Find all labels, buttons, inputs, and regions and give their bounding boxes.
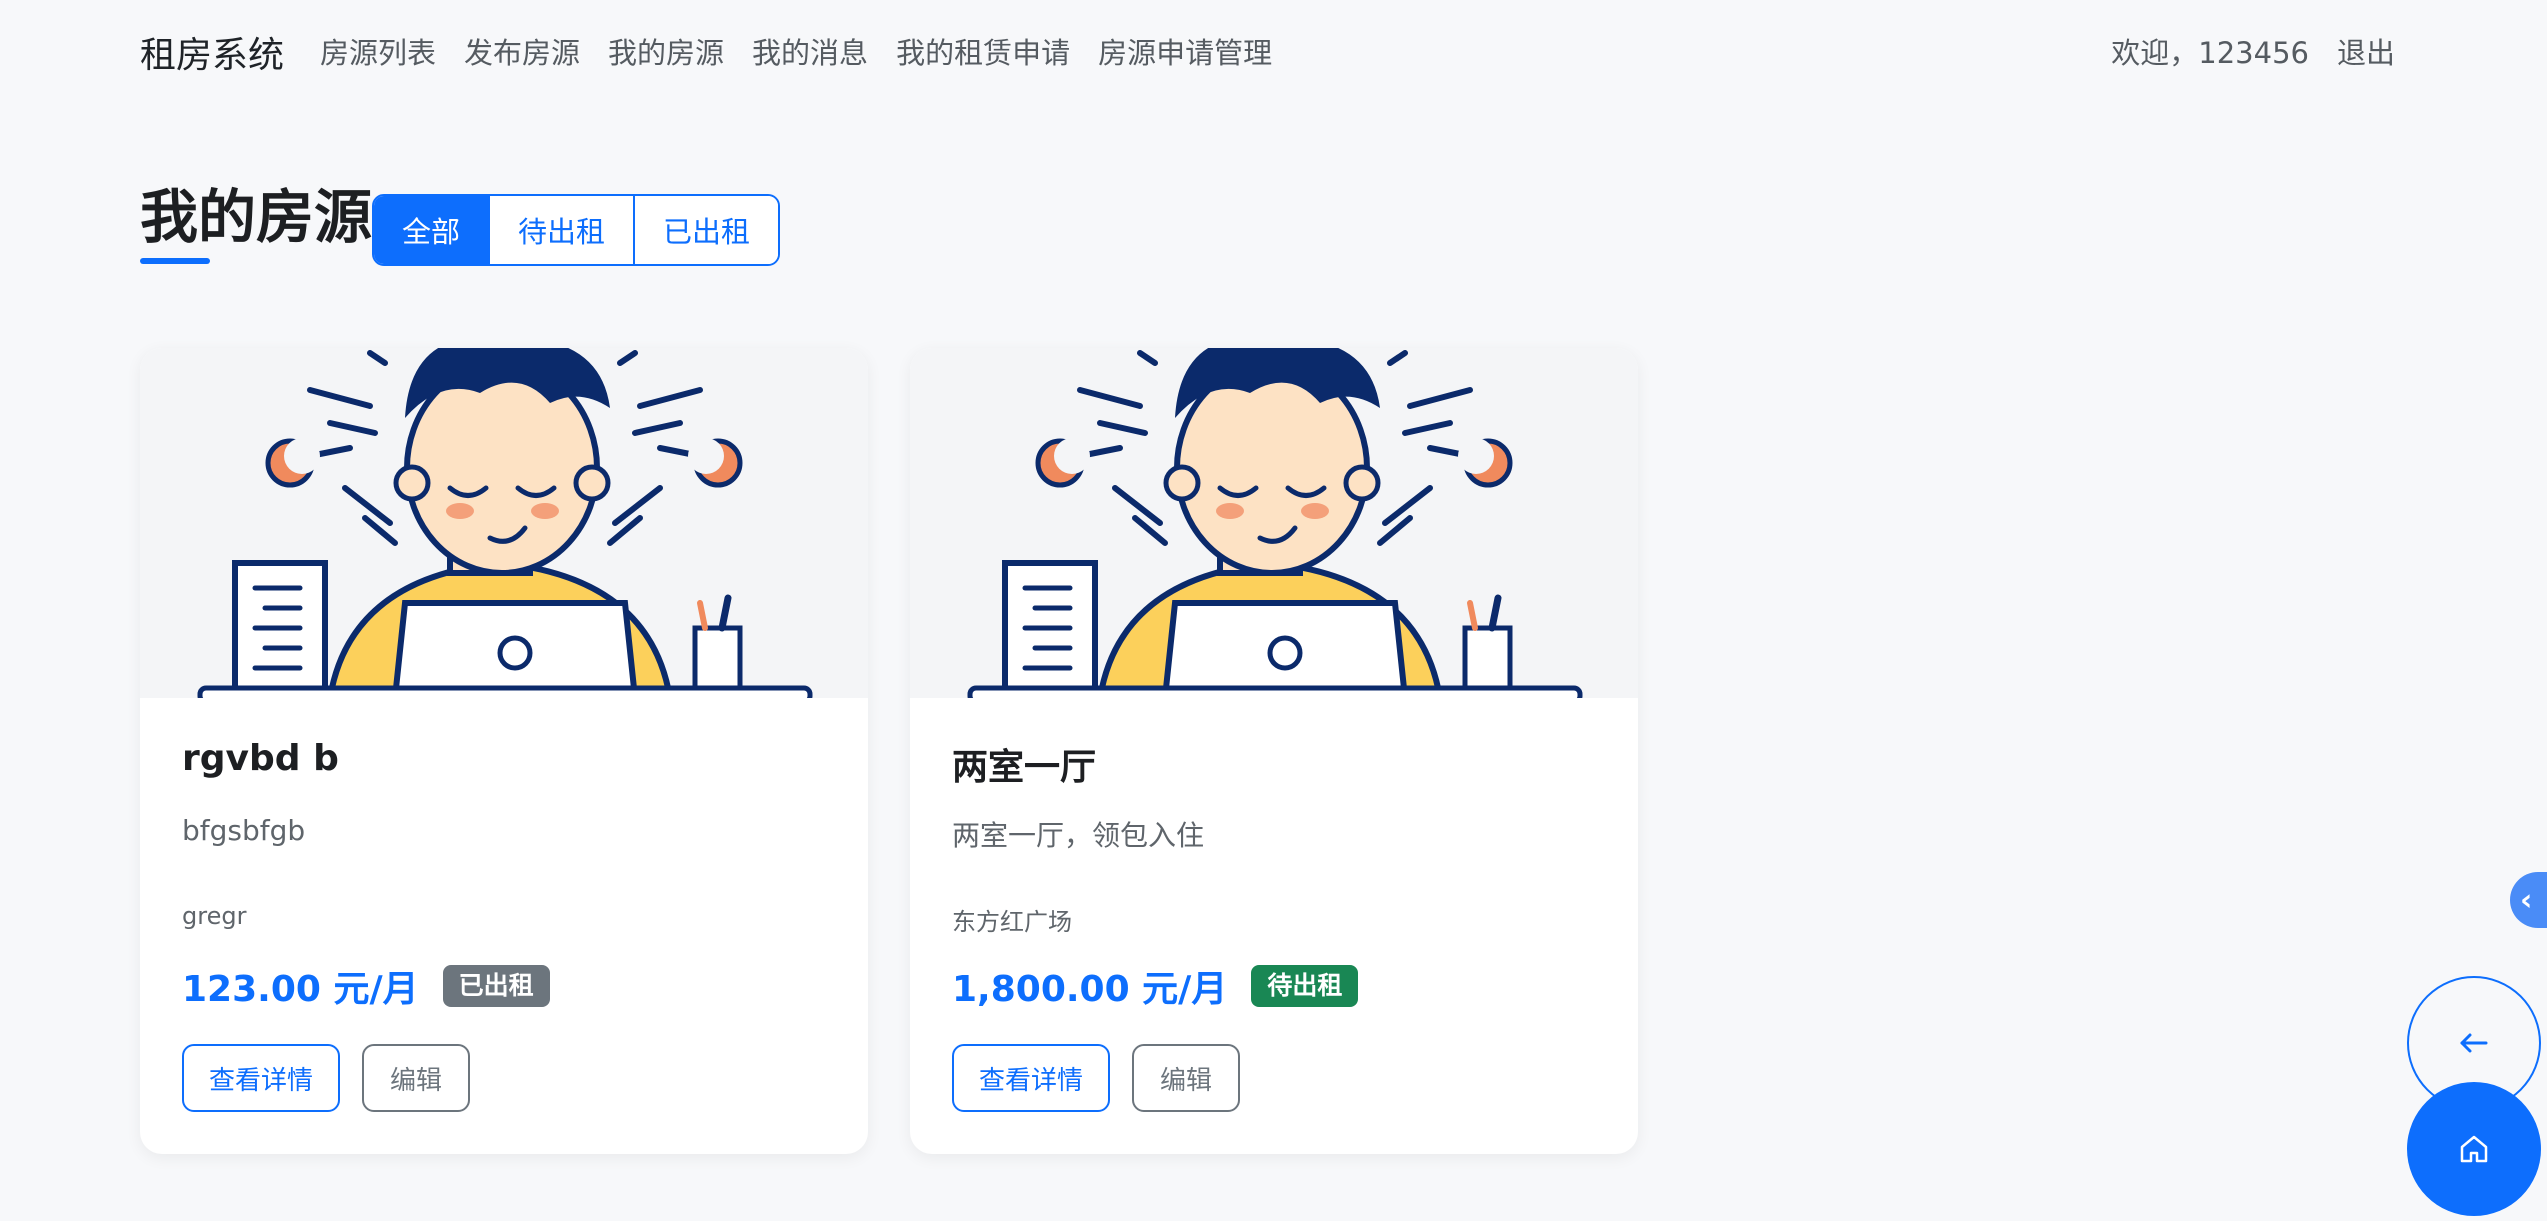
listing-image[interactable] bbox=[140, 348, 868, 698]
view-details-button[interactable]: 查看详情 bbox=[952, 1044, 1110, 1112]
brand-logo[interactable]: 租房系统 bbox=[140, 26, 284, 78]
page-title: 我的房源 bbox=[140, 183, 373, 251]
listing-card: rgvbd b bfgsbfgb gregr 123.00 元/月 已出租 查看… bbox=[140, 348, 868, 1154]
person-with-laptop-illustration bbox=[197, 348, 813, 698]
listing-card-body: 两室一厅 两室一厅，领包入住 东方红广场 1,800.00 元/月 待出租 查看… bbox=[952, 738, 1596, 1112]
listing-card: 两室一厅 两室一厅，领包入住 东方红广场 1,800.00 元/月 待出租 查看… bbox=[910, 348, 1638, 1154]
nav-links: 房源列表 发布房源 我的房源 我的消息 我的租赁申请 房源申请管理 bbox=[320, 30, 1300, 72]
nav-link-my-applications[interactable]: 我的租赁申请 bbox=[896, 30, 1070, 72]
view-details-button[interactable]: 查看详情 bbox=[182, 1044, 340, 1112]
navbar: 租房系统 房源列表 发布房源 我的房源 我的消息 我的租赁申请 房源申请管理 欢… bbox=[0, 0, 2547, 100]
filter-all-button[interactable]: 全部 bbox=[374, 196, 491, 264]
title-underline bbox=[140, 258, 210, 264]
nav-link-publish[interactable]: 发布房源 bbox=[464, 30, 580, 72]
listing-price: 1,800.00 元/月 bbox=[952, 969, 1228, 1010]
chevron-left-icon: ‹ bbox=[2520, 882, 2533, 918]
listing-location: 东方红广场 bbox=[952, 908, 1072, 936]
home-button[interactable] bbox=[2407, 1082, 2541, 1216]
nav-link-listings[interactable]: 房源列表 bbox=[320, 30, 436, 72]
status-filter-group: 全部 待出租 已出租 bbox=[372, 194, 781, 266]
person-with-laptop-illustration bbox=[967, 348, 1583, 698]
edit-button[interactable]: 编辑 bbox=[1132, 1044, 1240, 1112]
status-badge: 待出租 bbox=[1251, 965, 1359, 1007]
user-menu: 欢迎，123456 退出 bbox=[2111, 30, 2395, 72]
page-header: 我的房源 bbox=[140, 182, 373, 264]
listing-price-row: 1,800.00 元/月 待出租 bbox=[952, 960, 1359, 1012]
listing-price-row: 123.00 元/月 已出租 bbox=[182, 960, 550, 1012]
listing-image[interactable] bbox=[910, 348, 1638, 698]
arrow-left-icon bbox=[2460, 1033, 2488, 1053]
listing-actions: 查看详情 编辑 bbox=[182, 1044, 470, 1112]
listing-price: 123.00 元/月 bbox=[182, 969, 419, 1010]
logout-link[interactable]: 退出 bbox=[2337, 30, 2395, 72]
listing-title: rgvbd b bbox=[182, 738, 339, 779]
status-badge: 已出租 bbox=[442, 965, 550, 1007]
listing-actions: 查看详情 编辑 bbox=[952, 1044, 1240, 1112]
home-icon bbox=[2460, 1135, 2488, 1163]
nav-link-my-listings[interactable]: 我的房源 bbox=[608, 30, 724, 72]
welcome-text: 欢迎，123456 bbox=[2111, 36, 2309, 70]
listing-card-body: rgvbd b bfgsbfgb gregr 123.00 元/月 已出租 查看… bbox=[182, 738, 826, 1112]
nav-link-application-management[interactable]: 房源申请管理 bbox=[1098, 30, 1272, 72]
side-panel-toggle[interactable]: ‹ bbox=[2510, 872, 2547, 928]
listing-description: bfgsbfgb bbox=[182, 814, 306, 847]
listing-description: 两室一厅，领包入住 bbox=[952, 819, 1205, 852]
listing-location: gregr bbox=[182, 902, 247, 930]
nav-link-messages[interactable]: 我的消息 bbox=[752, 30, 868, 72]
filter-available-button[interactable]: 待出租 bbox=[490, 196, 636, 264]
filter-rented-button[interactable]: 已出租 bbox=[635, 196, 779, 264]
edit-button[interactable]: 编辑 bbox=[362, 1044, 470, 1112]
listing-title: 两室一厅 bbox=[952, 747, 1097, 788]
